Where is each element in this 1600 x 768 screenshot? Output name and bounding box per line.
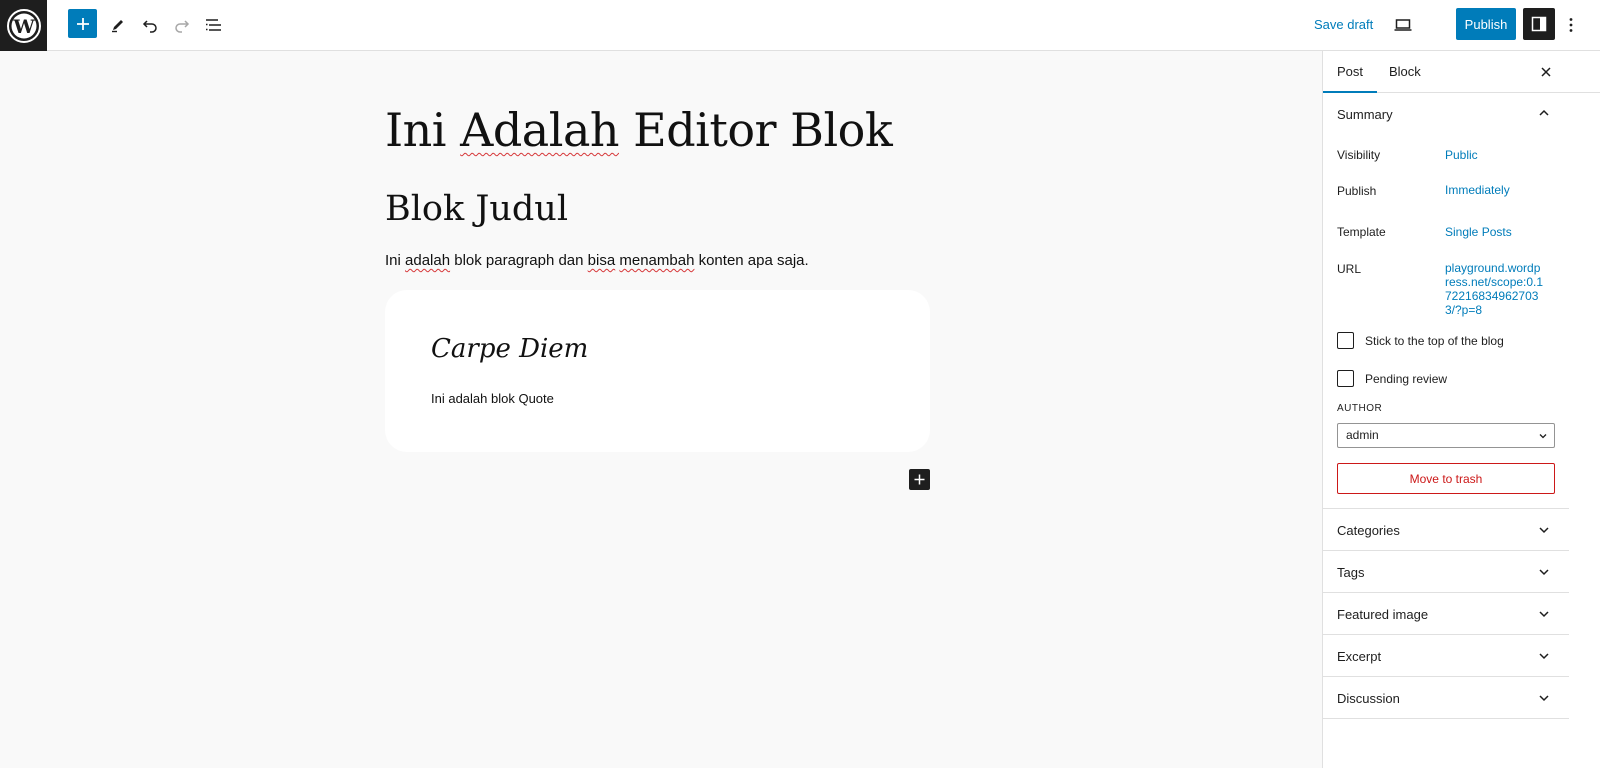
pending-review-checkbox[interactable] — [1337, 370, 1354, 387]
document-overview-icon[interactable] — [198, 9, 230, 41]
template-label: Template — [1337, 225, 1386, 239]
quote-citation[interactable]: Ini adalah blok Quote — [431, 391, 554, 406]
editor-canvas[interactable]: Ini Adalah Editor Blok Blok Judul Ini ad… — [0, 51, 1322, 768]
post-title[interactable]: Ini Adalah Editor Blok — [385, 103, 893, 157]
categories-title: Categories — [1337, 523, 1400, 538]
preview-device-icon[interactable] — [1387, 9, 1419, 41]
visibility-value[interactable]: Public — [1445, 148, 1478, 162]
stick-to-top-checkbox[interactable] — [1337, 332, 1354, 349]
pending-review-label[interactable]: Pending review — [1365, 372, 1447, 386]
save-draft-button[interactable]: Save draft — [1306, 9, 1381, 41]
publish-value[interactable]: Immediately — [1445, 183, 1510, 197]
options-menu-icon[interactable] — [1559, 9, 1583, 41]
chevron-up-icon[interactable] — [1537, 106, 1551, 120]
move-to-trash-button[interactable]: Move to trash — [1337, 463, 1555, 494]
url-label: URL — [1337, 262, 1362, 276]
template-value[interactable]: Single Posts — [1445, 225, 1512, 239]
discussion-panel[interactable]: Discussion — [1323, 677, 1569, 719]
stick-to-top-label[interactable]: Stick to the top of the blog — [1365, 334, 1504, 348]
chevron-down-icon — [1539, 611, 1549, 618]
chevron-down-icon — [1539, 434, 1547, 439]
tags-panel[interactable]: Tags — [1323, 551, 1569, 593]
tab-block[interactable]: Block — [1375, 51, 1435, 93]
discussion-title: Discussion — [1337, 691, 1400, 706]
quote-text[interactable]: Carpe Diem — [431, 334, 588, 364]
svg-text:W: W — [12, 16, 35, 38]
publish-button[interactable]: Publish — [1456, 8, 1516, 40]
tab-post[interactable]: Post — [1323, 51, 1377, 93]
chevron-down-icon — [1539, 569, 1549, 576]
featured-image-panel[interactable]: Featured image — [1323, 593, 1569, 635]
author-label: AUTHOR — [1337, 403, 1383, 414]
excerpt-panel[interactable]: Excerpt — [1323, 635, 1569, 677]
undo-icon[interactable] — [134, 9, 166, 41]
chevron-down-icon — [1539, 653, 1549, 660]
settings-sidebar-toggle-icon[interactable] — [1523, 8, 1555, 40]
paragraph-block[interactable]: Ini adalah blok paragraph dan bisa menam… — [385, 252, 809, 269]
featured-image-title: Featured image — [1337, 607, 1429, 622]
block-inserter-button[interactable] — [909, 469, 930, 490]
author-select[interactable]: admin — [1337, 423, 1555, 448]
settings-sidebar: Post Block Summary Visibility Public Pub… — [1322, 51, 1600, 768]
editor-header: W Save draft Publish — [0, 0, 1600, 51]
tags-title: Tags — [1337, 565, 1365, 580]
chevron-down-icon — [1539, 695, 1549, 702]
excerpt-title: Excerpt — [1337, 649, 1382, 664]
url-value[interactable]: playground.wordp ress.net/scope:0.1 7221… — [1445, 261, 1545, 317]
heading-block[interactable]: Blok Judul — [385, 189, 568, 229]
add-block-button[interactable] — [68, 9, 97, 38]
publish-label: Publish — [1337, 184, 1377, 198]
summary-panel-toggle[interactable]: Summary — [1337, 107, 1393, 122]
visibility-label: Visibility — [1337, 148, 1381, 162]
redo-icon[interactable] — [166, 9, 198, 41]
categories-panel[interactable]: Categories — [1323, 509, 1569, 551]
tools-pencil-icon[interactable] — [102, 9, 134, 41]
sidebar-tabs: Post Block — [1323, 51, 1600, 93]
close-icon[interactable] — [1531, 57, 1561, 87]
quote-block[interactable]: Carpe Diem Ini adalah blok Quote — [385, 290, 930, 452]
chevron-down-icon — [1539, 527, 1549, 534]
wordpress-logo-icon[interactable]: W — [0, 0, 47, 51]
